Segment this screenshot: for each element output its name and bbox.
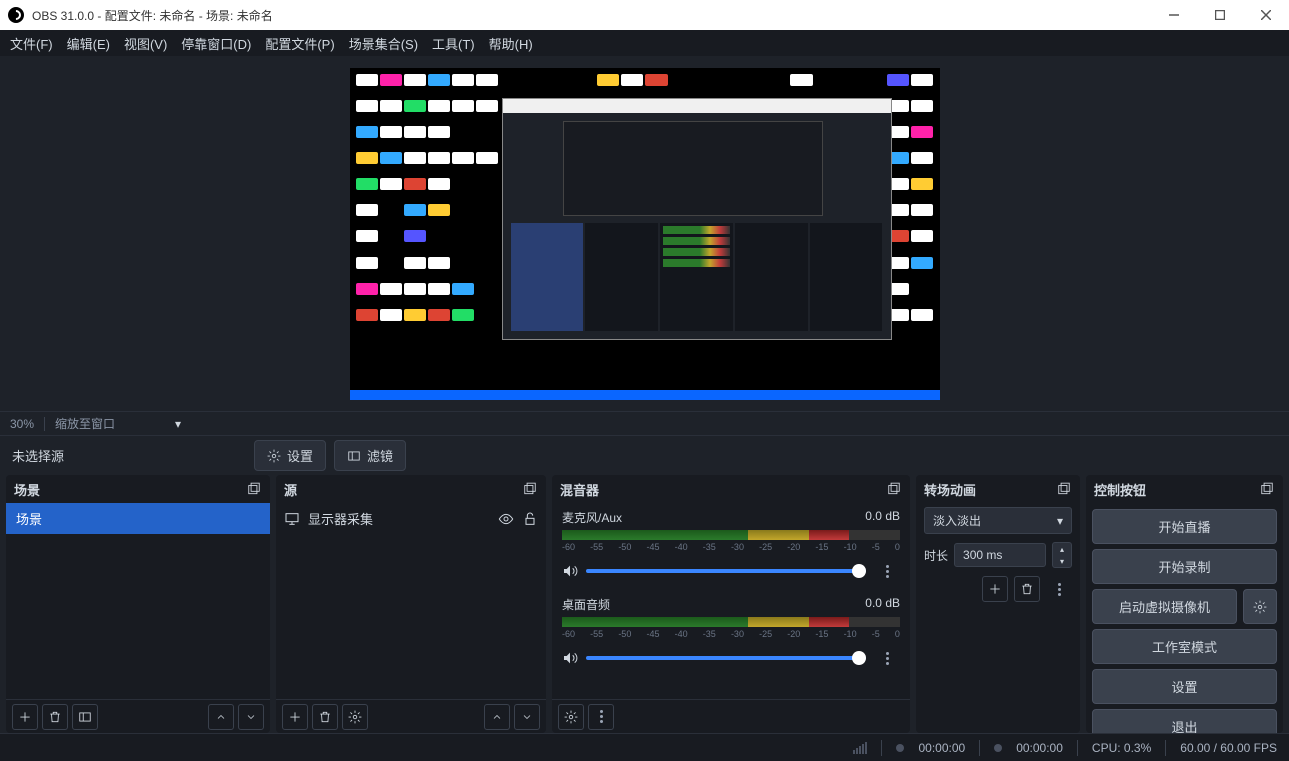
volume-slider[interactable] (586, 656, 866, 660)
transition-menu-button[interactable] (1046, 576, 1072, 602)
eye-icon[interactable] (498, 511, 514, 527)
duration-label: 时长 (924, 547, 948, 564)
zoom-percent: 30% (10, 417, 34, 431)
menu-help[interactable]: 帮助(H) (489, 34, 533, 53)
mixer-settings-button[interactable] (558, 704, 584, 730)
zoom-dropdown-icon[interactable]: ▾ (175, 417, 181, 431)
duration-input[interactable]: 300 ms (954, 543, 1046, 567)
duration-spinner[interactable]: ▴▾ (1052, 542, 1072, 568)
source-toolbar: 未选择源 设置 滤镜 (0, 435, 1289, 475)
start-stream-button[interactable]: 开始直播 (1092, 509, 1277, 544)
filter-icon (347, 449, 361, 463)
signal-icon (853, 742, 867, 754)
window-title: OBS 31.0.0 - 配置文件: 未命名 - 场景: 未命名 (32, 7, 273, 24)
scenes-title: 场景 (14, 480, 40, 499)
scene-down-button[interactable] (238, 704, 264, 730)
mixer-menu-button[interactable] (588, 704, 614, 730)
controls-panel: 控制按钮 开始直播 开始录制 启动虚拟摄像机 工作室模式 设置 退出 (1086, 475, 1283, 733)
menu-scene-collection[interactable]: 场景集合(S) (349, 34, 418, 53)
remove-scene-button[interactable] (42, 704, 68, 730)
menu-tools[interactable]: 工具(T) (432, 34, 475, 53)
channel-level: 0.0 dB (865, 509, 900, 526)
popout-icon[interactable] (1259, 481, 1275, 497)
controls-title: 控制按钮 (1094, 480, 1146, 499)
mixer-channel: 麦克风/Aux0.0 dB -60-55-50-45-40-35-30-25-2… (552, 503, 910, 590)
speaker-icon[interactable] (562, 650, 578, 666)
fps: 60.00 / 60.00 FPS (1180, 741, 1277, 755)
sources-title: 源 (284, 480, 297, 499)
display-icon (284, 511, 300, 527)
maximize-button[interactable] (1197, 0, 1243, 30)
add-scene-button[interactable] (12, 704, 38, 730)
mixer-panel: 混音器 麦克风/Aux0.0 dB -60-55-50-45-40-35-30-… (552, 475, 910, 733)
add-transition-button[interactable] (982, 576, 1008, 602)
preview-canvas (350, 68, 940, 400)
add-source-button[interactable] (282, 704, 308, 730)
channel-menu-button[interactable] (874, 645, 900, 671)
scenes-panel: 场景 场景 (6, 475, 270, 733)
menu-view[interactable]: 视图(V) (124, 34, 167, 53)
sources-panel: 源 显示器采集 (276, 475, 546, 733)
stream-time: 00:00:00 (918, 741, 965, 755)
menu-dock[interactable]: 停靠窗口(D) (181, 34, 251, 53)
virtual-cam-settings-button[interactable] (1243, 589, 1277, 624)
stream-indicator-icon (896, 744, 904, 752)
source-item[interactable]: 显示器采集 (276, 503, 546, 534)
channel-level: 0.0 dB (865, 596, 900, 613)
popout-icon[interactable] (886, 481, 902, 497)
app-icon (8, 7, 24, 23)
channel-name: 桌面音频 (562, 596, 610, 613)
speaker-icon[interactable] (562, 563, 578, 579)
preview-area[interactable] (0, 56, 1289, 411)
popout-icon[interactable] (522, 481, 538, 497)
scene-up-button[interactable] (208, 704, 234, 730)
statusbar: 00:00:00 00:00:00 CPU: 0.3% 60.00 / 60.0… (0, 733, 1289, 761)
source-properties-button[interactable] (342, 704, 368, 730)
volume-meter (562, 617, 900, 627)
remove-transition-button[interactable] (1014, 576, 1040, 602)
studio-mode-button[interactable]: 工作室模式 (1092, 629, 1277, 664)
titlebar: OBS 31.0.0 - 配置文件: 未命名 - 场景: 未命名 (0, 0, 1289, 30)
lock-icon[interactable] (522, 511, 538, 527)
menu-profile[interactable]: 配置文件(P) (265, 34, 334, 53)
zoom-mode-label[interactable]: 缩放至窗口 (55, 415, 115, 432)
scene-item[interactable]: 场景 (6, 503, 270, 534)
menu-file[interactable]: 文件(F) (10, 34, 53, 53)
scene-filter-button[interactable] (72, 704, 98, 730)
record-time: 00:00:00 (1016, 741, 1063, 755)
zoom-bar: 30% 缩放至窗口 ▾ (0, 411, 1289, 435)
transitions-panel: 转场动画 淡入淡出▾ 时长 300 ms ▴▾ (916, 475, 1080, 733)
transitions-title: 转场动画 (924, 480, 976, 499)
mixer-title: 混音器 (560, 480, 599, 499)
filters-button[interactable]: 滤镜 (334, 440, 406, 471)
settings-button[interactable]: 设置 (1092, 669, 1277, 704)
volume-slider[interactable] (586, 569, 866, 573)
start-record-button[interactable]: 开始录制 (1092, 549, 1277, 584)
virtual-cam-button[interactable]: 启动虚拟摄像机 (1092, 589, 1237, 624)
minimize-button[interactable] (1151, 0, 1197, 30)
channel-menu-button[interactable] (874, 558, 900, 584)
volume-meter (562, 530, 900, 540)
no-source-label: 未选择源 (12, 446, 64, 465)
gear-icon (267, 449, 281, 463)
chevron-down-icon: ▾ (1057, 514, 1063, 528)
popout-icon[interactable] (1056, 481, 1072, 497)
remove-source-button[interactable] (312, 704, 338, 730)
channel-name: 麦克风/Aux (562, 509, 622, 526)
popout-icon[interactable] (246, 481, 262, 497)
menubar: 文件(F) 编辑(E) 视图(V) 停靠窗口(D) 配置文件(P) 场景集合(S… (0, 30, 1289, 56)
transition-select[interactable]: 淡入淡出▾ (924, 507, 1072, 534)
record-indicator-icon (994, 744, 1002, 752)
cpu-usage: CPU: 0.3% (1092, 741, 1151, 755)
source-up-button[interactable] (484, 704, 510, 730)
mixer-channel: 桌面音频0.0 dB -60-55-50-45-40-35-30-25-20-1… (552, 590, 910, 677)
exit-button[interactable]: 退出 (1092, 709, 1277, 733)
source-down-button[interactable] (514, 704, 540, 730)
menu-edit[interactable]: 编辑(E) (67, 34, 110, 53)
close-button[interactable] (1243, 0, 1289, 30)
properties-button[interactable]: 设置 (254, 440, 326, 471)
